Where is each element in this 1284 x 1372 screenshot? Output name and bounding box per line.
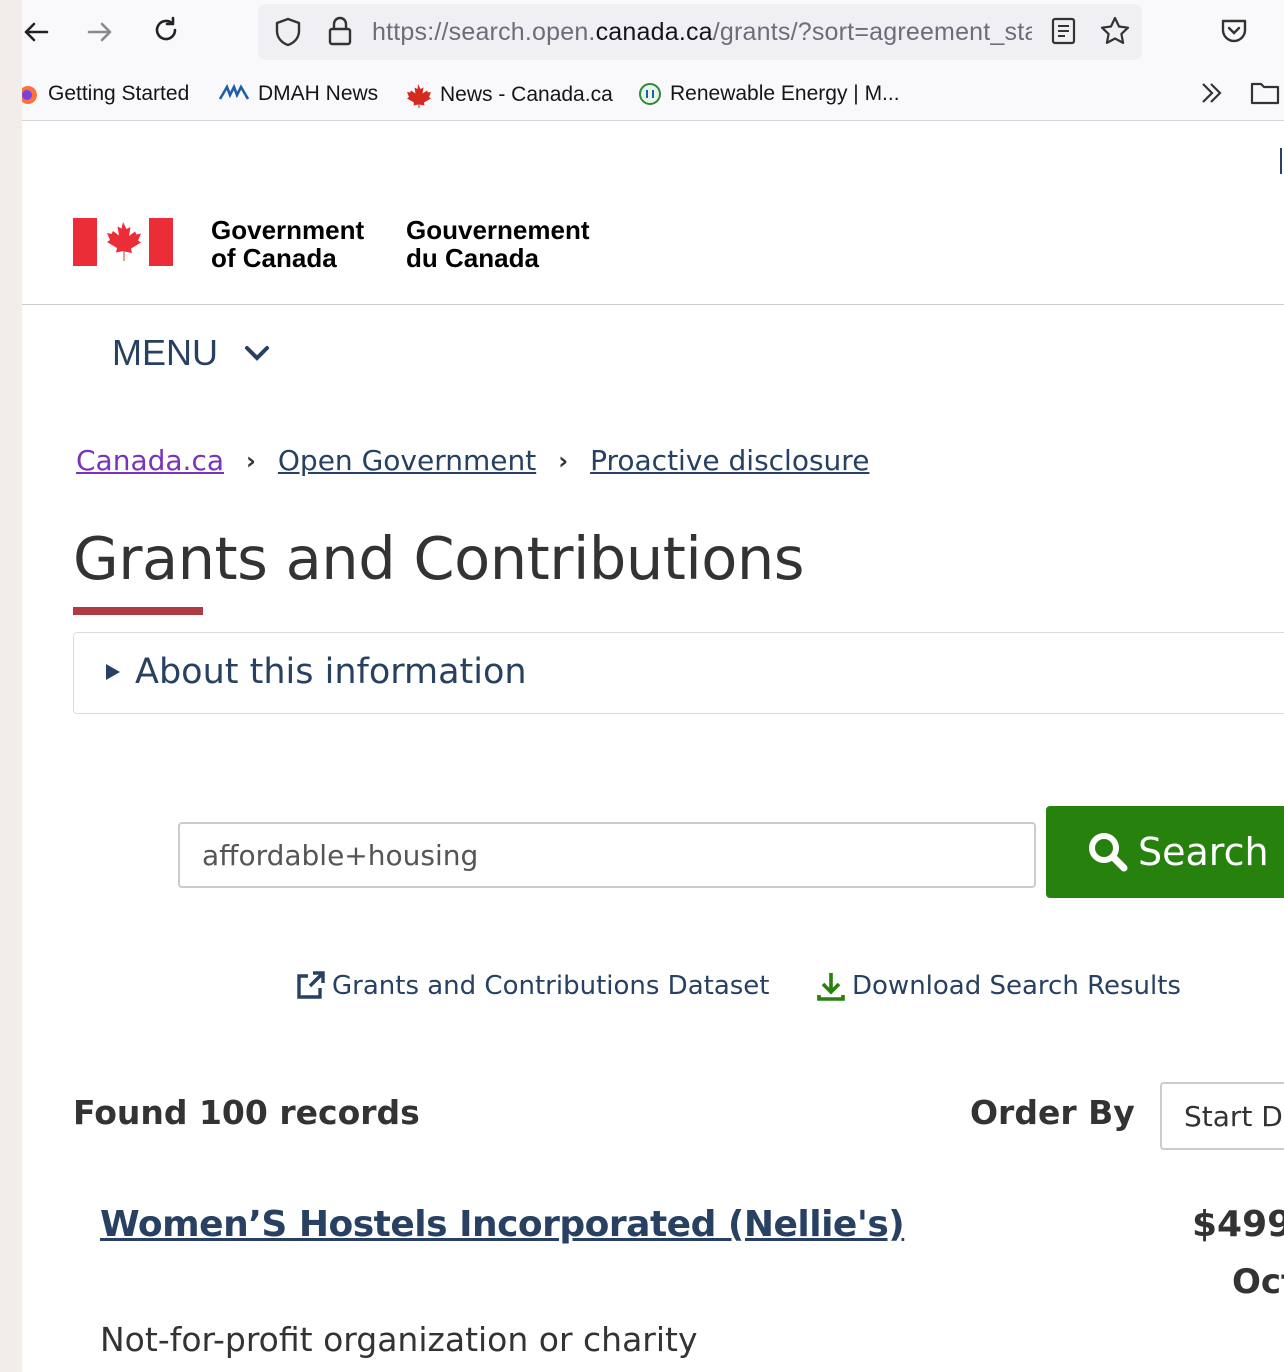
arrow-right-icon — [87, 22, 112, 42]
download-icon — [817, 973, 845, 1001]
back-button[interactable] — [18, 14, 54, 50]
external-link-icon — [297, 971, 325, 999]
breadcrumb-open-government[interactable]: Open Government — [278, 444, 536, 477]
page-title: Grants and Contributions — [73, 524, 804, 593]
bookmark-getting-started[interactable]: Getting Started — [16, 82, 189, 106]
menu-label: MENU — [112, 332, 218, 373]
about-toggle[interactable]: About this information — [103, 652, 527, 692]
menu-button[interactable]: MENU — [112, 332, 270, 374]
bookmark-news-canada[interactable]: News - Canada.ca — [404, 82, 613, 108]
breadcrumb: Canada.ca › Open Government › Proactive … — [76, 444, 869, 477]
shield-icon[interactable] — [272, 16, 304, 52]
folder-icon[interactable] — [1250, 80, 1280, 110]
forward-button[interactable] — [82, 14, 118, 50]
reload-icon — [155, 16, 177, 41]
bookmark-label: Renewable Energy | M... — [670, 82, 900, 105]
bookmark-label: News - Canada.ca — [440, 83, 613, 106]
bookmark-label: Getting Started — [48, 82, 190, 105]
gov-en-wordmark[interactable]: Government of Canada — [211, 216, 364, 272]
lock-icon[interactable] — [324, 14, 356, 52]
gov-en-line1: Government — [211, 215, 365, 245]
chevron-down-icon — [245, 346, 269, 361]
download-link-label: Download Search Results — [852, 971, 1181, 1001]
title-underline — [73, 607, 203, 615]
dataset-link[interactable]: Grants and Contributions Dataset — [294, 970, 770, 1002]
maple-leaf-icon — [407, 84, 431, 108]
chevron-right-icon: › — [558, 446, 569, 475]
reader-view-icon[interactable] — [1050, 16, 1078, 50]
bookmark-dmah-news[interactable]: DMAH News — [218, 82, 378, 106]
results-count: Found 100 records — [73, 1093, 420, 1132]
language-link-edge[interactable] — [1280, 148, 1282, 174]
page-content — [22, 121, 1284, 1372]
dmah-icon — [218, 83, 250, 100]
globe-icon — [639, 83, 661, 105]
canada-flag-icon — [73, 218, 173, 270]
result-recipient-type: Not-for-profit organization or charity — [100, 1320, 698, 1359]
search-icon — [1089, 833, 1128, 872]
result-title-link[interactable]: Women’S Hostels Incorporated (Nellie's) — [100, 1204, 905, 1245]
breadcrumb-canada[interactable]: Canada.ca — [76, 444, 224, 477]
gov-fr-line1: Gouvernement — [406, 215, 590, 245]
reload-button[interactable] — [148, 12, 184, 48]
bookmark-star-icon[interactable] — [1098, 14, 1132, 52]
arrow-left-icon — [24, 22, 49, 42]
about-label: About this information — [135, 652, 527, 692]
gov-fr-wordmark[interactable]: Gouvernement du Canada — [406, 216, 590, 272]
chevron-right-icon: › — [246, 446, 256, 475]
url-text[interactable]: https://search.open.canada.ca/grants/?so… — [372, 18, 1032, 47]
order-by-select[interactable]: Start Da — [1160, 1082, 1284, 1150]
search-input[interactable] — [178, 822, 1036, 888]
result-date: Oct — [1232, 1262, 1284, 1302]
triangle-right-icon — [106, 664, 120, 680]
order-by-label: Order By — [970, 1093, 1135, 1132]
bookmark-label: DMAH News — [258, 82, 379, 105]
header-divider — [22, 304, 1284, 305]
bookmark-renewable-energy[interactable]: Renewable Energy | M... — [638, 82, 900, 106]
gov-en-line2: of Canada — [211, 243, 337, 273]
breadcrumb-proactive-disclosure[interactable]: Proactive disclosure — [590, 444, 869, 477]
dataset-link-label: Grants and Contributions Dataset — [332, 971, 770, 1001]
result-amount: $499 — [1192, 1204, 1284, 1245]
search-button-label: Search — [1138, 830, 1269, 874]
gov-fr-line2: du Canada — [406, 243, 539, 273]
download-results-link[interactable]: Download Search Results — [816, 970, 1181, 1002]
search-button[interactable]: Search — [1046, 806, 1284, 898]
pocket-icon[interactable] — [1218, 16, 1250, 50]
chevron-double-right-icon[interactable] — [1198, 80, 1226, 110]
bookmarks-bar: Getting Started DMAH News News - Canada.… — [0, 64, 1284, 121]
page-left-margin — [0, 0, 22, 1372]
browser-toolbar: https://search.open.canada.ca/grants/?so… — [0, 0, 1284, 64]
